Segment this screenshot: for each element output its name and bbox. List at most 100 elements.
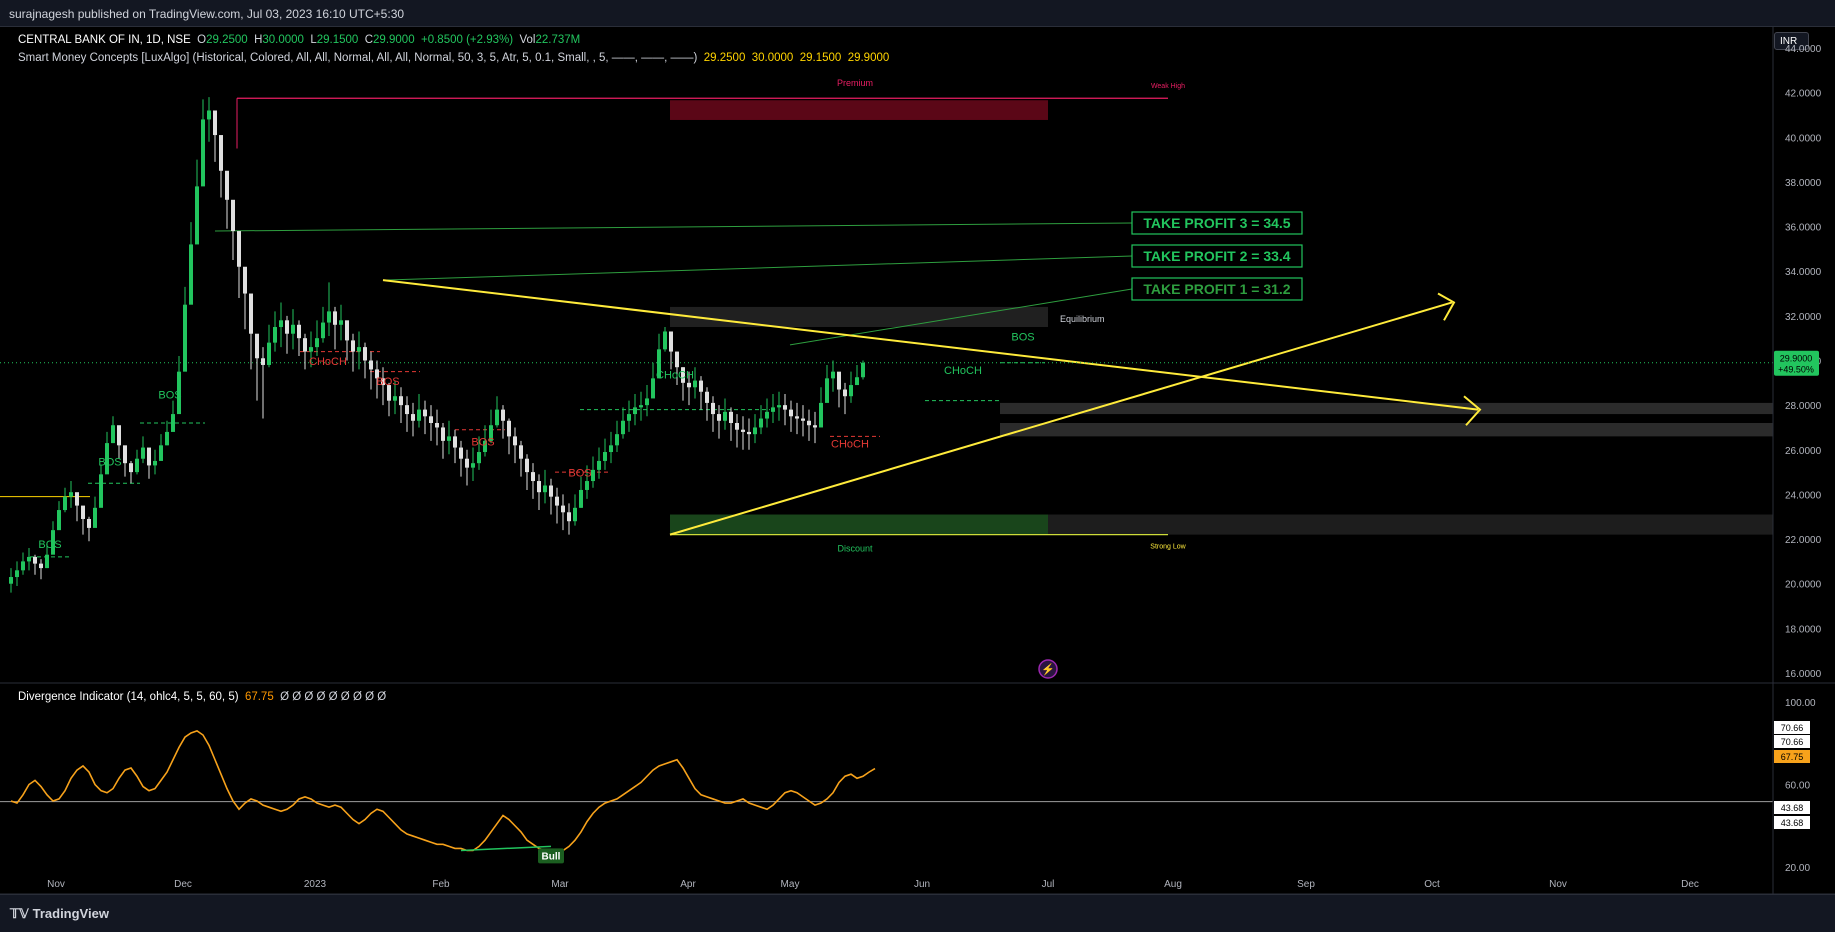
price-tick: 26.0000 [1785, 446, 1822, 457]
labels-layer: Premium Weak High Equilibrium Discount Stron… [38, 78, 1303, 679]
candle-body [453, 436, 457, 448]
time-tick: Mar [551, 879, 569, 890]
candle-body [405, 405, 409, 415]
candle-body [243, 266, 247, 294]
structure-label: CHoCH [656, 369, 694, 381]
candle-body [465, 458, 469, 468]
publisher-bar: surajnagesh published on TradingView.com… [0, 0, 1835, 27]
strong-low-label: Strong Low [1150, 544, 1186, 551]
axis-layer: 16.0000 18.0000 20.0000 22.0000 24.0000 26.00… [0, 26, 1835, 894]
candle-body [225, 170, 229, 200]
candle-body [555, 496, 559, 506]
candle-body [597, 460, 601, 470]
candle-body [87, 518, 91, 528]
candle-body [129, 463, 133, 473]
chart-canvas[interactable]: Premium Weak High Equilibrium Discount Stron… [0, 26, 1835, 894]
candle-body [207, 110, 211, 120]
osc-value-label: 43.68 [1781, 803, 1804, 813]
price-tick: 36.0000 [1785, 223, 1822, 234]
candle-body [855, 377, 859, 386]
candle-body [525, 458, 529, 473]
candle-body [9, 577, 13, 584]
candle-body [849, 385, 853, 397]
time-tick: Aug [1164, 879, 1182, 890]
candle-body [513, 436, 517, 446]
candle-body [261, 358, 265, 365]
tradingview-logo[interactable]: 𝕋𝕍 TradingView [10, 906, 109, 922]
bull-label: Bull [542, 851, 561, 862]
take-profit-label: TAKE PROFIT 2 = 33.4 [1143, 248, 1290, 264]
candle-body [477, 452, 481, 464]
candle-body [165, 431, 169, 446]
structure-label: CHoCH [309, 356, 347, 368]
candle-body [537, 481, 541, 493]
candle-body [309, 347, 313, 352]
candle-body [549, 485, 553, 497]
time-tick: Nov [1549, 879, 1567, 890]
candle-body [771, 407, 775, 412]
candle-body [621, 420, 625, 435]
candle-body [801, 418, 805, 421]
candle-body [795, 416, 799, 419]
time-tick: 2023 [304, 879, 327, 890]
price-tick: 38.0000 [1785, 178, 1822, 189]
candle-body [429, 416, 433, 423]
time-tick: Nov [47, 879, 65, 890]
time-tick: Sep [1297, 879, 1315, 890]
tradingview-brand: TradingView [32, 906, 109, 921]
candle-body [357, 347, 361, 352]
candle-body [57, 510, 61, 531]
candle-body [843, 389, 847, 397]
structure-label: BOS [568, 468, 591, 480]
price-tick: 32.0000 [1785, 312, 1822, 323]
candle-body [639, 405, 643, 408]
candle-body [123, 445, 127, 464]
osc-tick: 60.00 [1785, 781, 1810, 792]
candle-body [633, 407, 637, 415]
time-tick: May [781, 879, 800, 890]
candle-body [747, 431, 751, 435]
candle-body [861, 362, 865, 378]
candle-body [669, 331, 673, 352]
structure-label: BOS [376, 376, 399, 388]
candle-body [189, 244, 193, 305]
candle-body [471, 463, 475, 468]
candle-body [543, 485, 547, 493]
time-tick: Dec [1681, 879, 1699, 890]
price-tick: 18.0000 [1785, 624, 1822, 635]
candle-body [441, 427, 445, 441]
candle-body [693, 380, 697, 388]
candle-body [93, 507, 97, 528]
candle-body [741, 429, 745, 432]
candle-body [723, 411, 727, 421]
candle-body [63, 496, 67, 511]
candle-body [609, 445, 613, 453]
candle-body [717, 414, 721, 421]
candle-body [807, 420, 811, 426]
candle-body [837, 371, 841, 390]
discount-label: Discount [837, 544, 873, 554]
take-profit-line [214, 222, 1133, 232]
candle-body [315, 338, 319, 348]
candle-body [579, 489, 583, 508]
candle-body [615, 434, 619, 446]
candle-body [135, 458, 139, 473]
candle-body [819, 402, 823, 428]
candle-body [501, 409, 505, 421]
price-tick: 24.0000 [1785, 490, 1822, 501]
order-block-upper [1000, 402, 1773, 415]
osc-tick: 20.00 [1785, 863, 1810, 874]
candle-body [519, 445, 523, 459]
lines-layer [0, 97, 1773, 558]
candle-body [249, 293, 253, 334]
candle-body [585, 481, 589, 490]
candle-body [705, 391, 709, 403]
publisher-line: surajnagesh published on TradingView.com… [9, 7, 405, 21]
oscillator-layer: Bull [0, 729, 1773, 864]
candle-body [813, 425, 817, 428]
candle-body [369, 360, 373, 370]
candle-body [81, 505, 85, 519]
time-tick: Jun [914, 879, 930, 890]
price-tick: 44.0000 [1785, 44, 1822, 55]
candle-body [651, 378, 655, 399]
